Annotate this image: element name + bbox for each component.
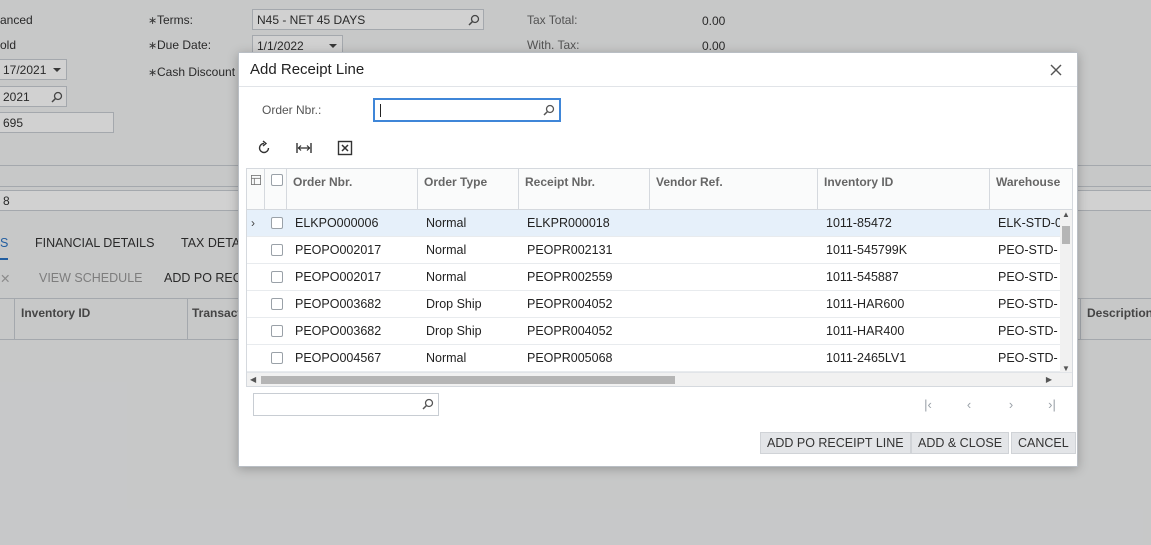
cell-order-nbr: PEOPO003682 <box>295 324 382 338</box>
cell-order-type: Normal <box>426 216 467 230</box>
table-row[interactable]: PEOPO003682 Drop Ship PEOPR004052 1011-H… <box>247 318 1062 345</box>
cell-order-type: Drop Ship <box>426 297 482 311</box>
last-page-icon[interactable]: ›| <box>1043 397 1061 415</box>
cell-order-nbr: PEOPO002017 <box>295 270 382 284</box>
cell-warehouse: PEO-STD- <box>998 297 1058 311</box>
col-receipt-nbr[interactable]: Receipt Nbr. <box>519 169 650 210</box>
row-checkbox[interactable] <box>271 217 283 229</box>
dialog-title: Add Receipt Line <box>250 61 365 78</box>
cell-inventory-id: 1011-HAR600 <box>826 297 905 311</box>
cell-order-nbr: PEOPO003682 <box>295 297 382 311</box>
search-icon[interactable] <box>543 104 555 116</box>
cell-warehouse: PEO-STD- <box>998 324 1058 338</box>
col-vendor-ref[interactable]: Vendor Ref. <box>650 169 818 210</box>
first-page-icon[interactable]: |‹ <box>919 397 937 415</box>
fit-columns-icon[interactable] <box>295 139 313 157</box>
select-all-checkbox[interactable] <box>271 174 283 186</box>
dialog-header: Add Receipt Line <box>239 53 1077 87</box>
cell-receipt-nbr: ELKPR000018 <box>527 216 610 230</box>
export-excel-icon[interactable] <box>336 139 354 157</box>
cell-receipt-nbr: PEOPR004052 <box>527 324 613 338</box>
col-warehouse[interactable]: Warehouse <box>990 169 1072 210</box>
row-checkbox[interactable] <box>271 271 283 283</box>
cell-order-nbr: PEOPO004567 <box>295 351 382 365</box>
row-pointer-icon: › <box>251 216 255 230</box>
row-checkbox[interactable] <box>271 352 283 364</box>
order-nbr-label: Order Nbr.: <box>262 103 322 117</box>
cancel-button[interactable]: CANCEL <box>1011 432 1076 454</box>
grid-header: Order Nbr. Order Type Receipt Nbr. Vendo… <box>247 169 1072 210</box>
scroll-right-icon[interactable]: ▶ <box>1046 375 1052 384</box>
search-icon[interactable] <box>422 398 434 410</box>
cell-receipt-nbr: PEOPR002131 <box>527 243 613 257</box>
cell-order-nbr: ELKPO000006 <box>295 216 379 230</box>
horizontal-scrollbar[interactable]: ◀ ▶ <box>247 372 1072 386</box>
cell-order-type: Normal <box>426 243 467 257</box>
cell-receipt-nbr: PEOPR004052 <box>527 297 613 311</box>
cell-order-type: Normal <box>426 270 467 284</box>
column-settings-icon[interactable] <box>247 169 265 210</box>
col-order-type[interactable]: Order Type <box>418 169 519 210</box>
horizontal-scroll-thumb[interactable] <box>261 376 675 384</box>
scroll-up-icon[interactable]: ▲ <box>1062 210 1070 219</box>
vertical-scroll-thumb[interactable] <box>1062 226 1070 244</box>
cell-warehouse: PEO-STD- <box>998 243 1058 257</box>
add-close-button[interactable]: ADD & CLOSE <box>911 432 1010 454</box>
refresh-icon[interactable] <box>255 139 273 157</box>
row-checkbox[interactable] <box>271 325 283 337</box>
previous-page-icon[interactable]: ‹ <box>960 397 978 415</box>
table-row[interactable]: PEOPO004567 Normal PEOPR005068 1011-2465… <box>247 345 1062 372</box>
cell-receipt-nbr: PEOPR002559 <box>527 270 613 284</box>
col-inventory-id[interactable]: Inventory ID <box>818 169 990 210</box>
select-all-cell <box>265 169 287 210</box>
cell-inventory-id: 1011-545799K <box>826 243 908 257</box>
cell-receipt-nbr: PEOPR005068 <box>527 351 613 365</box>
next-page-icon[interactable]: › <box>1002 397 1020 415</box>
cell-order-type: Normal <box>426 351 467 365</box>
row-checkbox[interactable] <box>271 298 283 310</box>
order-nbr-input[interactable] <box>373 98 561 122</box>
vertical-scrollbar[interactable]: ▲ ▼ <box>1060 210 1072 373</box>
cell-inventory-id: 1011-HAR400 <box>826 324 905 338</box>
table-row[interactable]: PEOPO002017 Normal PEOPR002131 1011-5457… <box>247 237 1062 264</box>
grid-search-input[interactable] <box>253 393 439 416</box>
row-checkbox[interactable] <box>271 244 283 256</box>
cell-order-type: Drop Ship <box>426 324 482 338</box>
text-cursor <box>380 104 381 117</box>
cell-order-nbr: PEOPO002017 <box>295 243 382 257</box>
table-row[interactable]: › ELKPO000006 Normal ELKPR000018 1011-85… <box>247 210 1062 237</box>
close-icon[interactable] <box>1049 63 1063 77</box>
cell-warehouse: PEO-STD- <box>998 270 1058 284</box>
table-row[interactable]: PEOPO002017 Normal PEOPR002559 1011-5458… <box>247 264 1062 291</box>
cell-inventory-id: 1011-85472 <box>826 216 892 230</box>
receipt-lines-grid: Order Nbr. Order Type Receipt Nbr. Vendo… <box>246 168 1073 387</box>
cell-warehouse: ELK-STD-0 <box>998 216 1060 230</box>
add-receipt-line-dialog: Add Receipt Line Order Nbr.: Order Nbr. … <box>238 52 1078 467</box>
cell-inventory-id: 1011-545887 <box>826 270 899 284</box>
col-order-nbr[interactable]: Order Nbr. <box>287 169 418 210</box>
cell-inventory-id: 1011-2465LV1 <box>826 351 907 365</box>
table-row[interactable]: PEOPO003682 Drop Ship PEOPR004052 1011-H… <box>247 291 1062 318</box>
scroll-left-icon[interactable]: ◀ <box>250 375 256 384</box>
add-po-receipt-line-button[interactable]: ADD PO RECEIPT LINE <box>760 432 911 454</box>
cell-warehouse: PEO-STD- <box>998 351 1058 365</box>
